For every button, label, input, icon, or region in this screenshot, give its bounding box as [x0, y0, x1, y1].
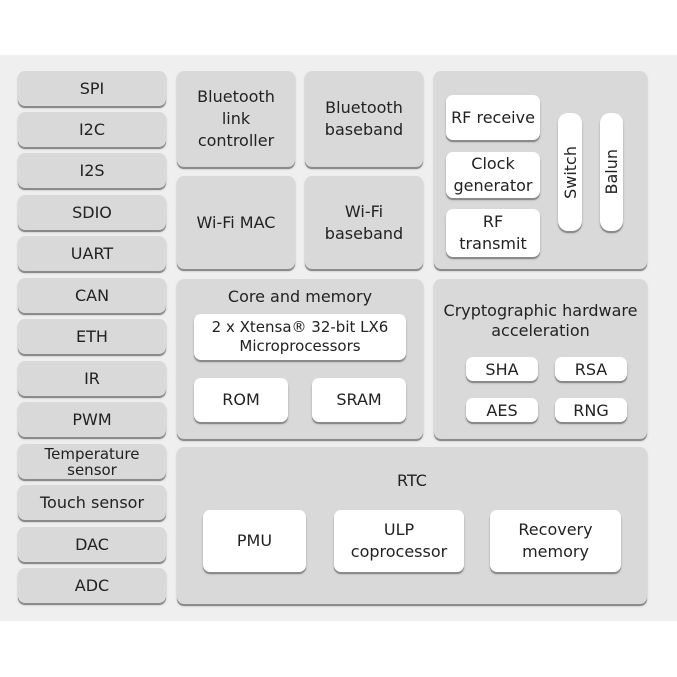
block-label: Switch	[560, 145, 580, 199]
block-label: PMU	[236, 531, 273, 550]
balun-block: Balun	[600, 113, 623, 231]
peripheral-adc: ADC	[18, 568, 166, 603]
peripheral-label: SDIO	[72, 203, 112, 222]
peripheral-label: UART	[70, 244, 114, 263]
block-label: ULP coprocessor	[350, 520, 448, 561]
rsa-block: RSA	[555, 357, 627, 381]
peripheral-label: I2C	[78, 120, 106, 139]
block-label: RF transmit	[459, 212, 527, 253]
peripheral-label: SPI	[79, 79, 105, 98]
wifi-baseband-block: Wi-Fi baseband	[305, 176, 423, 269]
block-label: AES	[486, 400, 518, 420]
rf-transmit-block: RF transmit	[446, 209, 540, 257]
peripheral-label: ETH	[76, 327, 108, 346]
switch-block: Switch	[558, 113, 582, 231]
peripheral-uart: UART	[18, 236, 166, 271]
sram-block: SRAM	[312, 378, 406, 422]
block-label: ROM	[222, 390, 260, 409]
wifi-mac-block: Wi-Fi MAC	[177, 176, 295, 269]
core-title: Core and memory	[227, 287, 373, 306]
rom-block: ROM	[194, 378, 288, 422]
aes-block: AES	[466, 398, 538, 422]
block-label: Balun	[602, 149, 621, 195]
peripheral-label: Temperature sensor	[44, 444, 140, 479]
rf-receive-block: RF receive	[446, 95, 540, 140]
rng-block: RNG	[555, 398, 627, 422]
block-label: RF receive	[451, 107, 535, 127]
peripheral-ir: IR	[18, 361, 166, 396]
block-label: SHA	[485, 359, 519, 379]
ulp-coprocessor-block: ULP coprocessor	[334, 510, 464, 572]
block-label: Bluetooth baseband	[324, 98, 404, 139]
peripheral-label: I2S	[79, 161, 105, 180]
bluetooth-baseband-block: Bluetooth baseband	[305, 71, 423, 167]
peripheral-i2c: I2C	[18, 112, 166, 147]
peripheral-label: IR	[84, 369, 100, 388]
bluetooth-link-controller-block: Bluetooth link controller	[177, 71, 295, 167]
recovery-memory-block: Recovery memory	[490, 510, 621, 572]
peripheral-temperature-sensor: Temperature sensor	[18, 444, 166, 479]
peripheral-touch-sensor: Touch sensor	[18, 485, 166, 520]
peripheral-eth: ETH	[18, 319, 166, 354]
block-label: RNG	[573, 400, 609, 420]
peripheral-can: CAN	[18, 278, 166, 313]
peripheral-spi: SPI	[18, 71, 166, 106]
peripheral-dac: DAC	[18, 527, 166, 562]
crypto-title: Cryptographic hardware acceleration	[443, 301, 638, 340]
block-label: Clock generator	[453, 154, 533, 195]
peripheral-label: CAN	[74, 286, 110, 305]
block-label: Recovery memory	[518, 520, 593, 561]
cpu-block: 2 x Xtensa® 32-bit LX6 Microprocessors	[194, 314, 406, 360]
block-label: SRAM	[336, 390, 382, 409]
peripheral-label: PWM	[72, 410, 112, 429]
peripheral-sdio: SDIO	[18, 195, 166, 230]
sha-block: SHA	[466, 357, 538, 381]
clock-generator-block: Clock generator	[446, 152, 540, 198]
block-label: RSA	[574, 359, 608, 379]
block-label: Wi-Fi baseband	[324, 201, 404, 243]
pmu-block: PMU	[203, 510, 306, 572]
peripheral-label: DAC	[75, 535, 109, 554]
block-label: Wi-Fi MAC	[196, 212, 276, 232]
peripheral-label: ADC	[74, 576, 110, 595]
peripheral-i2s: I2S	[18, 153, 166, 188]
block-label: Bluetooth link controller	[197, 87, 275, 150]
block-label: 2 x Xtensa® 32-bit LX6 Microprocessors	[211, 318, 389, 355]
peripheral-pwm: PWM	[18, 402, 166, 437]
rtc-title: RTC	[397, 471, 427, 490]
peripheral-label: Touch sensor	[39, 493, 145, 512]
